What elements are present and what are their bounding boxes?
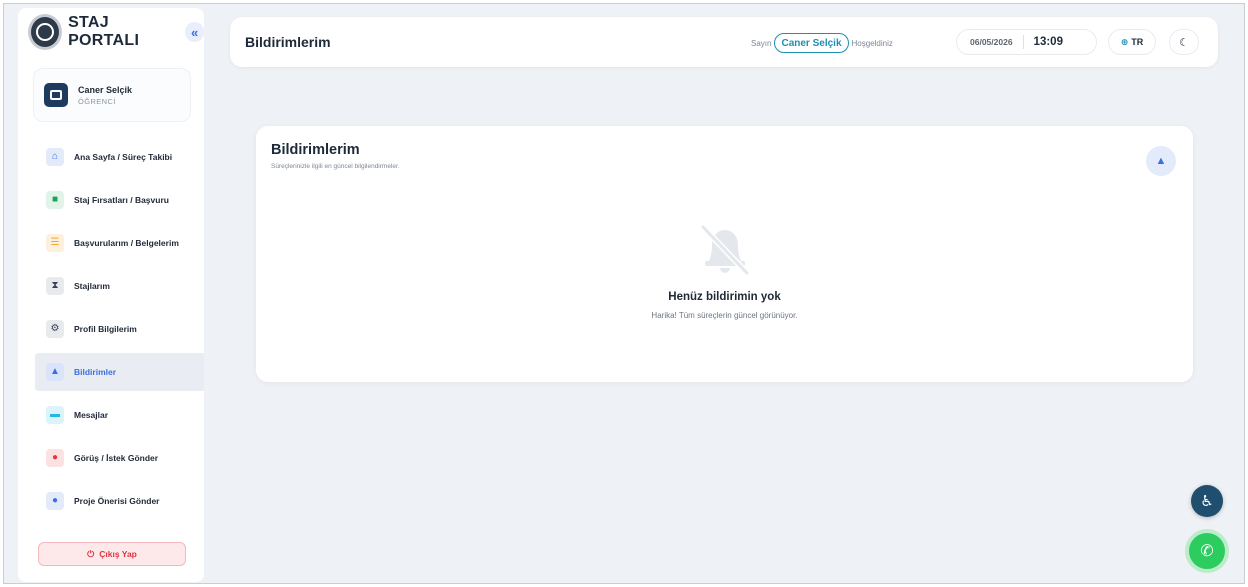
language-button[interactable]: ⊕ TR: [1108, 29, 1156, 55]
bell-icon: ▲: [46, 363, 64, 381]
brand: STAJ PORTALI «: [28, 12, 204, 52]
current-date: 06/05/2026: [970, 37, 1013, 47]
bell-slash-icon: [700, 224, 750, 276]
sidebar-item-label: Ana Sayfa / Süreç Takibi: [74, 152, 173, 162]
sidebar-item-label: Mesajlar: [74, 410, 109, 420]
dark-mode-toggle[interactable]: ☾: [1169, 29, 1199, 55]
sidebar: STAJ PORTALI « Caner Selçik ÖĞRENCİ ⌂ An…: [18, 8, 204, 582]
current-time: 13:09: [1033, 36, 1063, 48]
moon-icon: ☾: [1179, 36, 1189, 49]
logout-label: Çıkış Yap: [99, 549, 137, 559]
accessibility-icon: ♿: [1200, 493, 1214, 510]
empty-state-title: Henüz bildirimin yok: [668, 291, 781, 303]
avatar: [44, 83, 68, 107]
notifications-card: Bildirimlerim Süreçlerinizle ilgili en g…: [256, 126, 1193, 382]
app-name: STAJ PORTALI: [68, 14, 140, 49]
sidebar-item-internships[interactable]: ⧗ Stajlarım: [18, 267, 204, 305]
user-role: ÖĞRENCİ: [78, 96, 116, 106]
user-name: Caner Selçik: [78, 84, 133, 95]
sidebar-item-project-proposal[interactable]: ● Proje Önerisi Gönder: [18, 482, 204, 520]
accessibility-button[interactable]: ♿: [1191, 485, 1223, 517]
card-title: Bildirimlerim: [271, 142, 360, 158]
sidebar-item-label: Profil Bilgilerim: [74, 324, 137, 334]
sidebar-nav: ⌂ Ana Sayfa / Süreç Takibi ■ Staj Fırsat…: [18, 138, 204, 525]
app-frame: STAJ PORTALI « Caner Selçik ÖĞRENCİ ⌂ An…: [3, 3, 1245, 584]
lightbulb-icon: ●: [46, 492, 64, 510]
sidebar-item-messages[interactable]: ▬ Mesajlar: [18, 396, 204, 434]
hourglass-icon: ⧗: [46, 277, 64, 295]
greet-user-name[interactable]: Caner Selçik: [774, 33, 849, 53]
sidebar-item-label: Başvurularım / Belgelerim: [74, 238, 179, 248]
sidebar-item-feedback[interactable]: ● Görüş / İstek Gönder: [18, 439, 204, 477]
sidebar-item-label: Staj Fırsatları / Başvuru: [74, 195, 169, 205]
datetime-display: 06/05/2026 13:09: [956, 29, 1097, 55]
sidebar-item-profile[interactable]: ⚙ Profil Bilgilerim: [18, 310, 204, 348]
sidebar-item-internship-opportunities[interactable]: ■ Staj Fırsatları / Başvuru: [18, 181, 204, 219]
sidebar-item-label: Görüş / İstek Gönder: [74, 453, 159, 463]
list-icon: ☰: [46, 234, 64, 252]
bell-icon: ▲: [1146, 146, 1176, 176]
sidebar-item-label: Bildirimler: [74, 367, 117, 377]
greeting: Sayın Caner Selçik Hoşgeldiniz: [751, 33, 893, 53]
divider: [1022, 35, 1024, 49]
card-subtitle: Süreçlerinizle ilgili en güncel bilgilen…: [271, 163, 400, 170]
sidebar-item-applications[interactable]: ☰ Başvurularım / Belgelerim: [18, 224, 204, 262]
home-icon: ⌂: [46, 148, 64, 166]
chat-icon: ▬: [46, 406, 64, 424]
globe-icon: ⊕: [1120, 36, 1129, 47]
top-header: Bildirimlerim Sayın Caner Selçik Hoşgeld…: [230, 17, 1218, 67]
greet-prefix: Sayın: [751, 38, 772, 48]
empty-state-subtitle: Harika! Tüm süreçlerin güncel görünüyor.: [651, 311, 798, 320]
logout-button[interactable]: ⏻ Çıkış Yap: [38, 542, 186, 566]
user-card: Caner Selçik ÖĞRENCİ: [33, 68, 191, 122]
comments-icon: ●: [46, 449, 64, 467]
whatsapp-button[interactable]: ✆: [1185, 529, 1229, 573]
greet-suffix: Hoşgeldiniz: [851, 38, 893, 48]
power-icon: ⏻: [87, 548, 95, 559]
user-gear-icon: ⚙: [46, 320, 64, 338]
language-label: TR: [1131, 37, 1144, 47]
sidebar-item-label: Proje Önerisi Gönder: [74, 496, 160, 506]
sidebar-item-notifications[interactable]: ▲ Bildirimler: [35, 353, 204, 391]
sidebar-item-label: Stajlarım: [74, 281, 110, 291]
briefcase-icon: ■: [46, 191, 64, 209]
page-title: Bildirimlerim: [245, 34, 331, 50]
university-logo: [28, 14, 63, 50]
whatsapp-icon: ✆: [1200, 543, 1214, 560]
sidebar-item-home[interactable]: ⌂ Ana Sayfa / Süreç Takibi: [18, 138, 204, 176]
collapse-sidebar-icon[interactable]: «: [185, 22, 204, 42]
